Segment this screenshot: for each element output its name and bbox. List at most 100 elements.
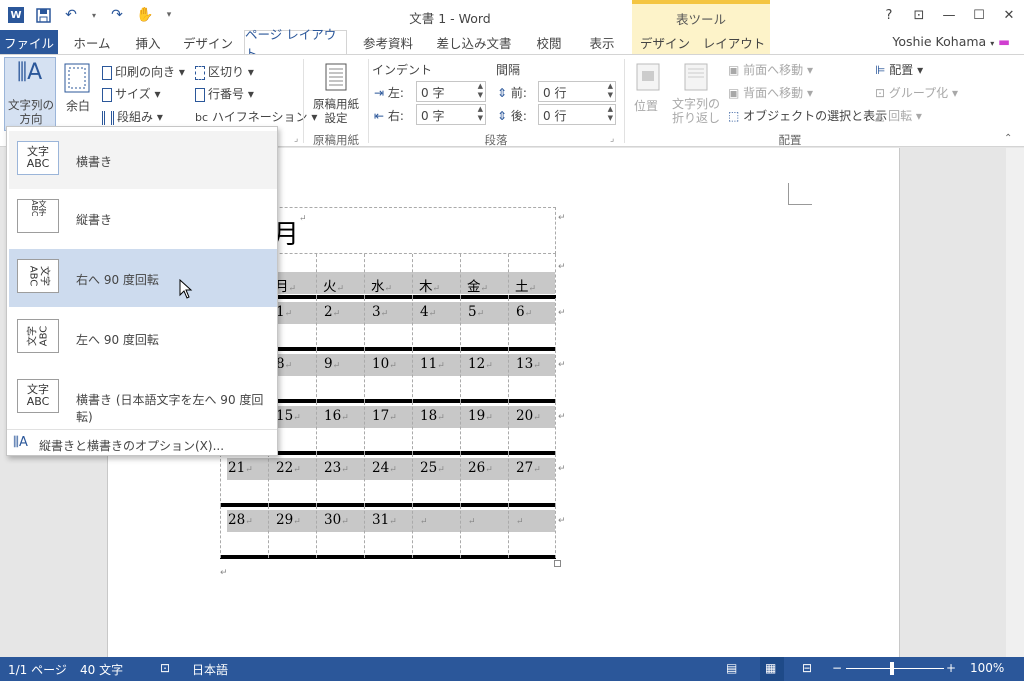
date-cell[interactable]: 20↵ — [508, 402, 556, 454]
tab-table-design[interactable]: デザイン — [632, 30, 698, 54]
close-icon[interactable]: ✕ — [994, 0, 1024, 30]
line-numbers-button[interactable]: 行番号 ▾ — [195, 85, 254, 102]
text-direction-options-link[interactable]: ⫼A 縦書きと横書きのオプション(X)... — [9, 433, 275, 455]
tab-references[interactable]: 参考資料 — [352, 30, 424, 54]
hyphenation-button[interactable]: bc ハイフネーション ▾ — [195, 108, 317, 125]
manuscript-settings-button[interactable]: 原稿用紙 設定 — [308, 57, 364, 131]
date-cell[interactable]: 18↵ — [412, 402, 460, 454]
date-cell[interactable]: 4↵ — [412, 298, 460, 350]
date-cell[interactable]: 3↵ — [364, 298, 412, 350]
page-setup-launcher-icon[interactable]: ⌟ — [294, 134, 298, 144]
print-layout-icon[interactable]: ▦ — [760, 657, 784, 681]
group-button[interactable]: ⊡ グループ化 ▾ — [875, 84, 958, 101]
date-cell[interactable]: 10↵ — [364, 350, 412, 402]
weekday-cell[interactable]: 金↵ — [460, 254, 508, 298]
date-cell[interactable]: 31↵ — [364, 506, 412, 558]
size-button[interactable]: サイズ ▾ — [102, 85, 160, 102]
date-cell[interactable]: 9↵ — [316, 350, 364, 402]
word-count[interactable]: 40 文字 — [80, 661, 123, 678]
indent-right-field[interactable]: 0 字 ▲ ▼ — [416, 104, 486, 125]
date-cell[interactable]: 12↵ — [460, 350, 508, 402]
tab-mailings[interactable]: 差し込み文書 — [430, 30, 518, 54]
help-button[interactable]: ? — [874, 0, 904, 30]
date-cell[interactable]: 17↵ — [364, 402, 412, 454]
selection-pane-button[interactable]: ⬚ オブジェクトの選択と表示 — [728, 107, 887, 124]
tab-view[interactable]: 表示 — [580, 30, 624, 54]
date-cell[interactable]: 19↵ — [460, 402, 508, 454]
vertical-scrollbar[interactable] — [1006, 148, 1024, 657]
spinner-arrows-icon[interactable]: ▲ ▼ — [478, 105, 483, 123]
user-account[interactable]: Yoshie Kohama ▾ ▬ — [892, 34, 1010, 49]
date-cell[interactable]: 6↵ — [508, 298, 556, 350]
read-mode-icon[interactable]: ▤ — [726, 661, 737, 675]
spacing-after-field[interactable]: 0 行 ▲ ▼ — [538, 104, 616, 125]
weekday-cell[interactable]: 火↵ — [316, 254, 364, 298]
zoom-out-icon[interactable]: − — [832, 661, 842, 675]
menu-item-rotate-right[interactable]: 文字 ABC 右へ 90 度回転 — [9, 249, 277, 307]
position-button[interactable]: 位置 — [628, 57, 668, 131]
table-resize-handle[interactable] — [554, 560, 561, 567]
bring-forward-button[interactable]: ▣ 前面へ移動 ▾ — [728, 61, 813, 78]
ribbon-display-options-icon[interactable]: ⊡ — [904, 0, 934, 30]
menu-item-horizontal-rotated[interactable]: 文字 ABC 横書き (日本語文字を左へ 90 度回転) — [9, 369, 277, 427]
tab-home[interactable]: ホーム — [64, 30, 120, 54]
spinner-arrows-icon[interactable]: ▲ ▼ — [608, 105, 613, 123]
tab-page-layout[interactable]: ページ レイアウト — [244, 27, 347, 61]
word-app-icon[interactable]: W — [8, 7, 24, 23]
zoom-in-icon[interactable]: + — [946, 661, 956, 675]
spacing-before-field[interactable]: 0 行 ▲ ▼ — [538, 81, 616, 102]
date-cell[interactable]: 16↵ — [316, 402, 364, 454]
menu-item-vertical[interactable]: 文字ABC 縦書き — [9, 189, 277, 247]
date-cell[interactable]: ↵ — [412, 506, 460, 558]
date-cell[interactable]: 28↵ — [220, 506, 268, 558]
align-button[interactable]: ⊫ 配置 ▾ — [875, 61, 923, 78]
web-layout-icon[interactable]: ⊟ — [802, 661, 812, 675]
orientation-button[interactable]: 印刷の向き ▾ — [102, 63, 185, 80]
weekday-cell[interactable]: 木↵ — [412, 254, 460, 298]
indent-left-field[interactable]: 0 字 ▲ ▼ — [416, 81, 486, 102]
date-cell[interactable]: 26↵ — [460, 454, 508, 506]
rotate-button[interactable]: ◭ 回転 ▾ — [875, 107, 922, 124]
collapse-ribbon-icon[interactable]: ⌃ — [1004, 133, 1012, 144]
date-cell[interactable]: 27↵ — [508, 454, 556, 506]
touch-mode-icon[interactable]: ✋ — [136, 6, 154, 24]
customize-qat-icon[interactable]: ▾ — [164, 6, 174, 24]
wrap-text-button[interactable]: 文字列の 折り返し — [670, 57, 722, 131]
minimize-icon[interactable]: — — [934, 0, 964, 30]
menu-item-horizontal[interactable]: 文字 ABC 横書き — [9, 131, 277, 189]
date-cell[interactable]: 13↵ — [508, 350, 556, 402]
date-cell[interactable]: 5↵ — [460, 298, 508, 350]
date-cell[interactable]: 11↵ — [412, 350, 460, 402]
weekday-cell[interactable]: 土↵ — [508, 254, 556, 298]
weekday-cell[interactable]: 水↵ — [364, 254, 412, 298]
language[interactable]: 日本語 — [192, 661, 228, 678]
redo-icon[interactable]: ↷ — [108, 6, 126, 24]
breaks-button[interactable]: 区切り ▾ — [195, 63, 254, 80]
date-cell[interactable]: 30↵ — [316, 506, 364, 558]
menu-item-rotate-left[interactable]: 文字 ABC 左へ 90 度回転 — [9, 309, 277, 367]
tab-table-layout[interactable]: レイアウト — [698, 30, 770, 54]
date-cell[interactable]: 25↵ — [412, 454, 460, 506]
spinner-arrows-icon[interactable]: ▲ ▼ — [608, 82, 613, 100]
zoom-level[interactable]: 100% — [970, 661, 1004, 675]
tab-insert[interactable]: 挿入 — [124, 30, 172, 54]
date-cell[interactable]: ↵ — [508, 506, 556, 558]
proofing-icon[interactable]: ⊡ — [160, 661, 170, 675]
zoom-slider-thumb[interactable] — [890, 662, 894, 675]
maximize-icon[interactable]: ☐ — [964, 0, 994, 30]
tab-review[interactable]: 校閲 — [526, 30, 572, 54]
paragraph-launcher-icon[interactable]: ⌟ — [610, 134, 614, 144]
date-cell[interactable]: ↵ — [460, 506, 508, 558]
text-direction-button[interactable]: ⫼A 文字列の 方向 — [4, 57, 56, 131]
zoom-slider[interactable] — [846, 668, 944, 669]
date-cell[interactable]: 22↵ — [268, 454, 316, 506]
columns-button[interactable]: 段組み ▾ — [102, 108, 163, 125]
date-cell[interactable]: 24↵ — [364, 454, 412, 506]
undo-dropdown-icon[interactable]: ▾ — [90, 6, 98, 24]
page-count[interactable]: 1/1 ページ — [8, 661, 67, 678]
tab-file[interactable]: ファイル — [0, 30, 58, 54]
date-cell[interactable]: 2↵ — [316, 298, 364, 350]
undo-icon[interactable]: ↶ — [62, 6, 80, 24]
margins-button[interactable]: 余白 — [60, 57, 96, 131]
date-cell[interactable]: 21↵ — [220, 454, 268, 506]
